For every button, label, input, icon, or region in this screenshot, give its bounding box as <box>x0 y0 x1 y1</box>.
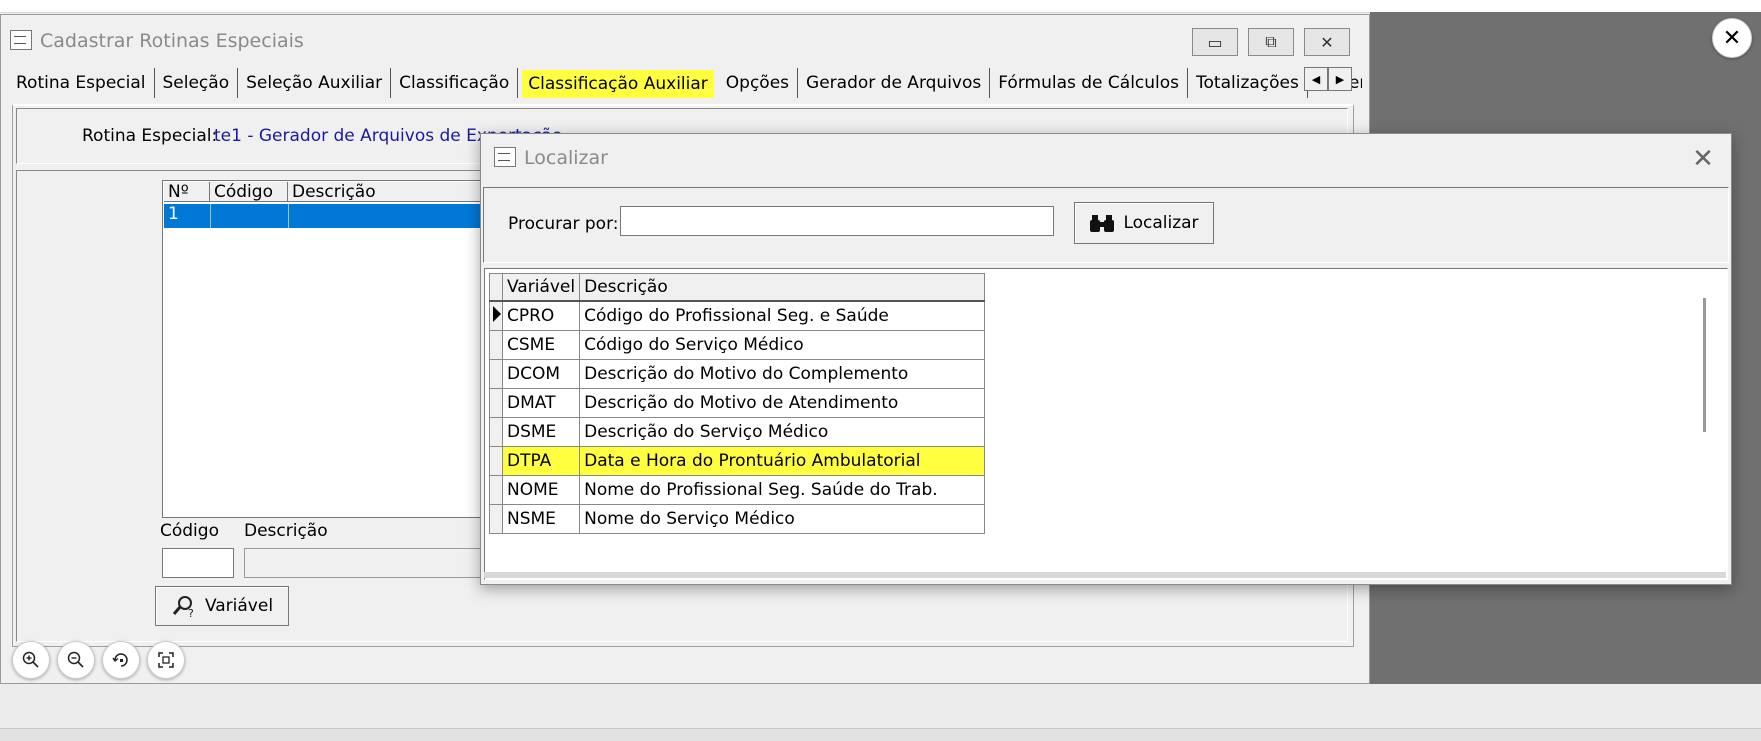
cell-variavel[interactable]: NSME <box>501 504 581 534</box>
cell-variavel[interactable]: DMAT <box>501 388 581 418</box>
table-row[interactable]: DCOM Descrição do Motivo do Complemento <box>489 359 986 389</box>
rotate-icon[interactable] <box>102 641 140 679</box>
cell-descricao[interactable]: Nome do Profissional Seg. Saúde do Trab. <box>579 475 986 505</box>
table-row[interactable]: DSME Descrição do Serviço Médico <box>489 417 986 447</box>
grid-header-descricao[interactable]: Descrição <box>288 182 482 202</box>
grid-row-separator <box>210 204 211 228</box>
tab-classificacao-auxiliar[interactable]: Classificação Auxiliar <box>522 70 714 98</box>
descricao-input[interactable] <box>244 548 484 578</box>
row-indicator <box>489 475 503 505</box>
codigo-input[interactable] <box>162 548 234 578</box>
localizar-title: Localizar <box>494 147 608 169</box>
cell-descricao[interactable]: Código do Serviço Médico <box>579 330 986 360</box>
tab-rotina-especial[interactable]: Rotina Especial <box>8 68 155 98</box>
current-row-pointer-icon <box>493 305 501 322</box>
tab-selecao-auxiliar[interactable]: Seleção Auxiliar <box>238 68 392 98</box>
tab-totalizacoes[interactable]: Totalizações <box>1188 68 1308 98</box>
row-indicator <box>489 388 503 418</box>
tab-scroll-right-icon[interactable]: ▶ <box>1328 67 1352 91</box>
binoculars-icon <box>1090 215 1115 232</box>
minimize-button[interactable]: ▭ <box>1192 28 1238 56</box>
row-indicator <box>489 446 503 476</box>
svg-text:?: ? <box>188 607 194 618</box>
row-indicator <box>489 504 503 534</box>
cell-descricao[interactable]: Descrição do Motivo do Complemento <box>579 359 986 389</box>
table-row[interactable]: CSME Código do Serviço Médico <box>489 330 986 360</box>
cell-descricao[interactable]: Descrição do Serviço Médico <box>579 417 986 447</box>
procurar-label: Procurar por: <box>508 214 619 234</box>
row-indicator <box>489 330 503 360</box>
grid-header-numero[interactable]: Nº <box>164 182 210 202</box>
table-row[interactable]: CPRO Código do Profissional Seg. e Saúde <box>489 300 986 331</box>
column-header-variavel[interactable]: Variável <box>501 273 581 302</box>
grid-row-separator <box>288 204 289 228</box>
localizar-button-label: Localizar <box>1123 213 1199 233</box>
table-row[interactable]: NOME Nome do Profissional Seg. Saúde do … <box>489 475 986 505</box>
tab-selecao[interactable]: Seleção <box>155 68 239 98</box>
cell-descricao[interactable]: Data e Hora do Prontuário Ambulatorial <box>579 446 986 476</box>
localizar-grid-bottom-edge <box>484 572 1726 578</box>
tab-scroll-buttons: ◀ ▶ <box>1304 67 1352 91</box>
rotina-label: Rotina Especial: <box>82 126 218 146</box>
row-indicator <box>489 300 503 331</box>
localizar-scrollbar[interactable] <box>1703 298 1706 432</box>
tab-classificacao[interactable]: Classificação <box>391 68 519 98</box>
maximize-button[interactable]: ⧉ <box>1248 28 1294 56</box>
cell-variavel[interactable]: DCOM <box>501 359 581 389</box>
cell-variavel[interactable]: DTPA <box>501 446 581 476</box>
localizar-close-icon[interactable]: ✕ <box>1688 144 1718 174</box>
column-header-descricao[interactable]: Descrição <box>579 273 986 302</box>
descricao-label: Descrição <box>244 521 328 541</box>
table-row-highlighted[interactable]: DTPA Data e Hora do Prontuário Ambulator… <box>489 446 986 476</box>
app-icon <box>494 147 516 167</box>
grid-cell-numero: 1 <box>168 204 179 224</box>
cell-descricao[interactable]: Nome do Serviço Médico <box>579 504 986 534</box>
table-row[interactable]: NSME Nome do Serviço Médico <box>489 504 986 534</box>
variavel-button-label: Variável <box>204 596 274 616</box>
variavel-button[interactable]: ? Variável <box>155 586 289 626</box>
row-indicator-header <box>489 273 503 302</box>
tab-scroll-left-icon[interactable]: ◀ <box>1304 67 1328 91</box>
cell-variavel[interactable]: CSME <box>501 330 581 360</box>
table-row[interactable]: DMAT Descrição do Motivo de Atendimento <box>489 388 986 418</box>
variable-search-icon: ? <box>172 596 194 618</box>
cell-variavel[interactable]: DSME <box>501 417 581 447</box>
tab-strip: Rotina Especial Seleção Seleção Auxiliar… <box>8 66 1362 98</box>
zoom-in-icon[interactable] <box>12 641 50 679</box>
taskbar-edge <box>0 728 1761 741</box>
variaveis-table[interactable]: Variável Descrição CPRO Código do Profis… <box>489 273 986 534</box>
procurar-input[interactable] <box>620 206 1054 236</box>
app-icon <box>10 30 32 50</box>
close-window-button[interactable]: ✕ <box>1304 28 1350 56</box>
main-window-title: Cadastrar Rotinas Especiais <box>10 30 304 52</box>
tab-formulas-de-calculos[interactable]: Fórmulas de Cálculos <box>990 68 1189 98</box>
cell-variavel[interactable]: CPRO <box>501 300 581 331</box>
row-indicator <box>489 359 503 389</box>
cell-variavel[interactable]: NOME <box>501 475 581 505</box>
table-row[interactable]: 1 <box>164 204 482 228</box>
tab-opcoes[interactable]: Opções <box>718 68 799 98</box>
classificacao-grid[interactable] <box>162 180 484 518</box>
grid-header-codigo[interactable]: Código <box>210 182 288 202</box>
cell-descricao[interactable]: Descrição do Motivo de Atendimento <box>579 388 986 418</box>
close-viewer-icon[interactable]: ✕ <box>1712 18 1752 58</box>
zoom-out-icon[interactable] <box>57 641 95 679</box>
localizar-button[interactable]: Localizar <box>1074 202 1214 244</box>
codigo-label: Código <box>160 521 219 541</box>
table-header-row: Variável Descrição <box>489 273 986 302</box>
cell-descricao[interactable]: Código do Profissional Seg. e Saúde <box>579 300 986 331</box>
fit-screen-icon[interactable] <box>147 641 185 679</box>
tab-gerador-de-arquivos[interactable]: Gerador de Arquivos <box>798 68 991 98</box>
row-indicator <box>489 417 503 447</box>
